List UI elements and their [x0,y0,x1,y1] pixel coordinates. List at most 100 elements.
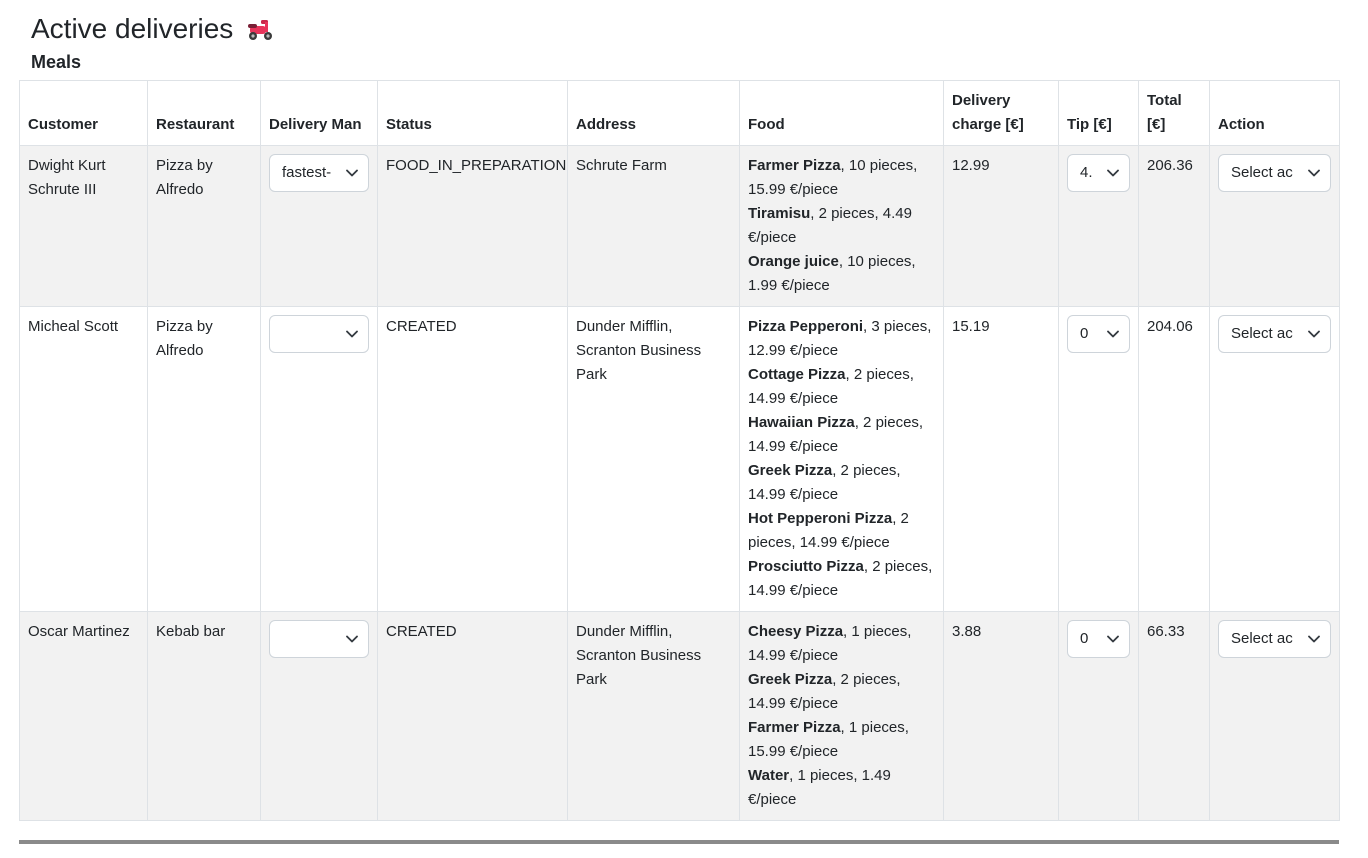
food-item: Water, 1 pieces, 1.49 €/piece [748,764,935,812]
food-item: Hawaiian Pizza, 2 pieces, 14.99 €/piece [748,411,935,459]
food-item: Hot Pepperoni Pizza, 2 pieces, 14.99 €/p… [748,507,935,555]
cell-total: 204.06 [1138,306,1210,612]
food-name: Pizza Pepperoni [748,318,864,335]
delivery-man-select[interactable] [269,315,369,353]
col-header-delivery-charge: Delivery charge [€] [943,80,1059,146]
deliveries-table: Customer Restaurant Delivery Man Status … [19,80,1340,821]
cell-status: FOOD_IN_PREPARATION [377,145,568,307]
food-item: Cheesy Pizza, 1 pieces, 14.99 €/piece [748,620,935,668]
cell-restaurant: Pizza by Alfredo [147,306,261,612]
cell-food: Farmer Pizza, 10 pieces, 15.99 €/piece T… [739,145,944,307]
action-select[interactable]: Select ac [1218,154,1331,192]
chevron-down-icon [346,330,358,338]
food-item: Greek Pizza, 2 pieces, 14.99 €/piece [748,668,935,716]
cell-address: Dunder Mifflin, Scranton Business Park [567,611,740,821]
chevron-down-icon [1308,635,1320,643]
col-header-food: Food [739,80,944,146]
food-name: Greek Pizza [748,462,833,479]
cell-total: 66.33 [1138,611,1210,821]
chevron-down-icon [1107,330,1119,338]
col-header-restaurant: Restaurant [147,80,261,146]
chevron-down-icon [1107,169,1119,177]
tip-select-value: 0 [1080,630,1089,647]
cell-tip: 0 [1058,306,1139,612]
delivery-man-select[interactable]: fastest- [269,154,369,192]
cell-address: Schrute Farm [567,145,740,307]
col-header-delivery-man: Delivery Man [260,80,378,146]
page-title: Active deliveries [19,0,1349,46]
cell-delivery-charge: 3.88 [943,611,1059,821]
tip-select-value: 4. [1080,164,1093,181]
food-name: Farmer Pizza [748,157,841,174]
chevron-down-icon [1308,330,1320,338]
cell-address: Dunder Mifflin, Scranton Business Park [567,306,740,612]
cell-status: CREATED [377,611,568,821]
chevron-down-icon [346,635,358,643]
cell-restaurant: Kebab bar [147,611,261,821]
section-title-meals: Meals [31,52,82,72]
food-item: Prosciutto Pizza, 2 pieces, 14.99 €/piec… [748,555,935,603]
page: Active deliveries Meals Customer Restaur… [0,0,1368,821]
table-header-row: Customer Restaurant Delivery Man Status … [19,80,1340,146]
action-select-value: Select ac [1231,325,1293,342]
chevron-down-icon [346,169,358,177]
col-header-action: Action [1209,80,1340,146]
tip-select[interactable]: 0 [1067,620,1130,658]
cell-delivery-charge: 12.99 [943,145,1059,307]
cell-action: Select ac [1209,145,1340,307]
food-name: Water [748,767,790,784]
cell-tip: 0 [1058,611,1139,821]
table-row: Oscar Martinez Kebab bar CREATED Dunder … [19,611,1340,821]
delivery-man-select-value: fastest- [282,164,332,181]
food-name: Tiramisu [748,205,811,222]
table-row: Micheal Scott Pizza by Alfredo CREATED D… [19,306,1340,612]
tip-select-value: 0 [1080,325,1089,342]
food-item: Farmer Pizza, 10 pieces, 15.99 €/piece [748,154,935,202]
food-name: Orange juice [748,253,839,270]
food-name: Hawaiian Pizza [748,414,855,431]
food-item: Cottage Pizza, 2 pieces, 14.99 €/piece [748,363,935,411]
cell-restaurant: Pizza by Alfredo [147,145,261,307]
col-header-status: Status [377,80,568,146]
food-item: Greek Pizza, 2 pieces, 14.99 €/piece [748,459,935,507]
cell-food: Pizza Pepperoni, 3 pieces, 12.99 €/piece… [739,306,944,612]
cell-delivery-charge: 15.19 [943,306,1059,612]
action-select[interactable]: Select ac [1218,315,1331,353]
col-header-address: Address [567,80,740,146]
cell-customer: Micheal Scott [19,306,148,612]
page-title-text: Active deliveries [31,13,234,44]
food-name: Prosciutto Pizza [748,558,864,575]
tip-select[interactable]: 0 [1067,315,1130,353]
food-item: Farmer Pizza, 1 pieces, 15.99 €/piece [748,716,935,764]
action-select[interactable]: Select ac [1218,620,1331,658]
cell-delivery-man: fastest- [260,145,378,307]
tip-select[interactable]: 4. [1067,154,1130,192]
chevron-down-icon [1107,635,1119,643]
col-header-customer: Customer [19,80,148,146]
food-name: Cottage Pizza [748,366,846,383]
action-select-value: Select ac [1231,164,1293,181]
chevron-down-icon [1308,169,1320,177]
scooter-icon [245,16,275,42]
cell-action: Select ac [1209,306,1340,612]
cell-total: 206.36 [1138,145,1210,307]
cell-customer: Oscar Martinez [19,611,148,821]
cell-tip: 4. [1058,145,1139,307]
food-name: Cheesy Pizza [748,623,844,640]
cell-customer: Dwight Kurt Schrute III [19,145,148,307]
cell-action: Select ac [1209,611,1340,821]
food-item: Pizza Pepperoni, 3 pieces, 12.99 €/piece [748,315,935,363]
table-row: Dwight Kurt Schrute III Pizza by Alfredo… [19,145,1340,307]
food-name: Farmer Pizza [748,719,841,736]
bottom-divider [19,840,1339,844]
cell-status: CREATED [377,306,568,612]
food-name: Greek Pizza [748,671,833,688]
food-item: Tiramisu, 2 pieces, 4.49 €/piece [748,202,935,250]
food-name: Hot Pepperoni Pizza [748,510,893,527]
food-item: Orange juice, 10 pieces, 1.99 €/piece [748,250,935,298]
col-header-tip: Tip [€] [1058,80,1139,146]
cell-delivery-man [260,306,378,612]
action-select-value: Select ac [1231,630,1293,647]
cell-delivery-man [260,611,378,821]
delivery-man-select[interactable] [269,620,369,658]
